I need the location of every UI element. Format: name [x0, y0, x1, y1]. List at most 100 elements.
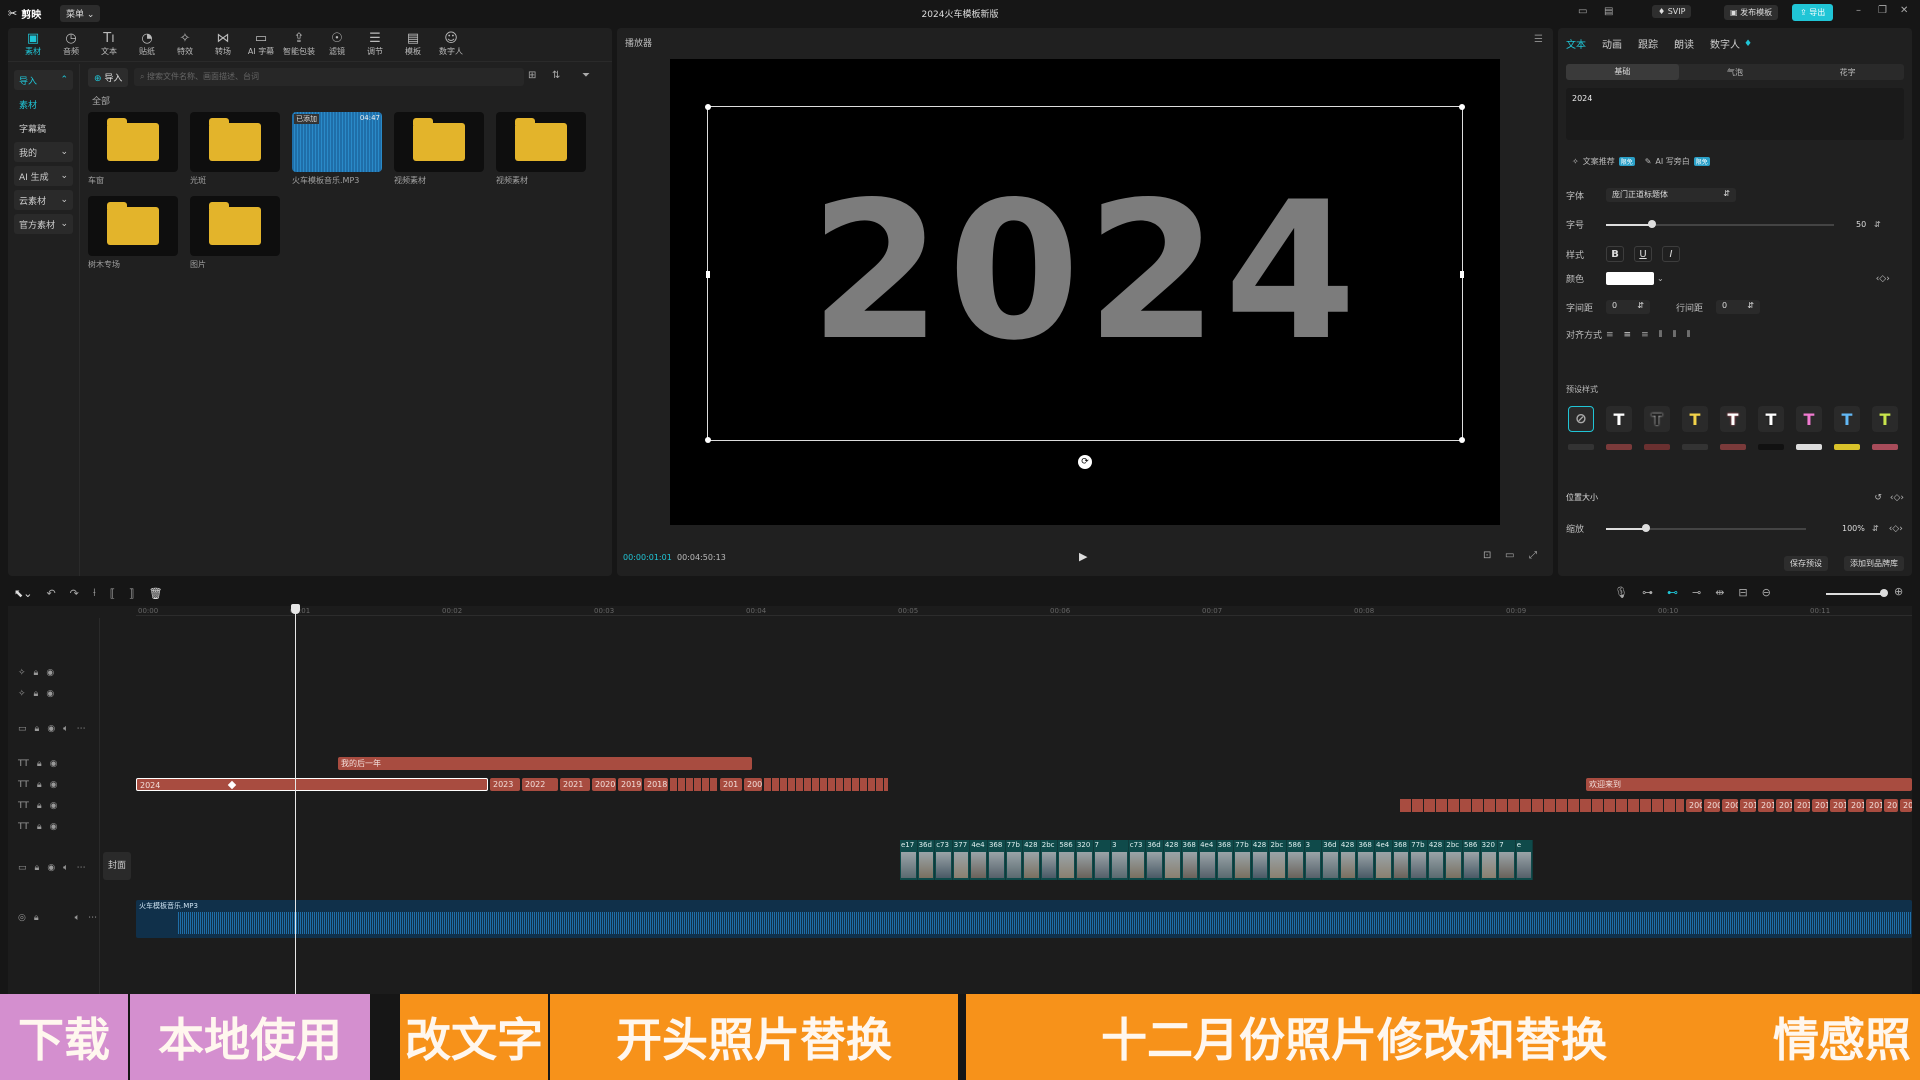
video-thumb[interactable]: 368	[1392, 840, 1411, 880]
video-thumb[interactable]: 4e4	[1375, 840, 1393, 880]
keyframe-icon[interactable]: ‹◇›	[1876, 274, 1890, 284]
lock-icon[interactable]: 🔒︎	[35, 724, 40, 734]
text-clip[interactable]: 2022	[522, 778, 558, 791]
preset-style[interactable]: T	[1872, 406, 1898, 432]
video-thumb[interactable]: 586	[1463, 840, 1481, 880]
bold-button[interactable]: B	[1606, 246, 1624, 262]
lock-icon[interactable]: 🔒︎	[37, 759, 42, 769]
split-left-icon[interactable]: ⟦	[110, 587, 115, 600]
video-thumb[interactable]: 428	[1023, 840, 1041, 880]
media-item[interactable]: 图片	[190, 196, 280, 270]
preset-style[interactable]: T	[1834, 406, 1860, 432]
text-clip-group[interactable]	[670, 778, 718, 791]
video-thumb[interactable]: 586	[1287, 840, 1305, 880]
ai-copy-button[interactable]: 文案推荐	[1583, 156, 1615, 167]
preset-none[interactable]: ⊘	[1568, 406, 1594, 432]
position-label[interactable]: 位置大小	[1566, 492, 1598, 503]
video-thumb[interactable]: 428	[1427, 840, 1446, 880]
eye-icon[interactable]: ◉	[47, 863, 55, 873]
lock-icon[interactable]: 🔒︎	[37, 780, 42, 790]
video-thumb[interactable]: 368	[1216, 840, 1235, 880]
preset-style[interactable]	[1796, 444, 1822, 450]
text-clip[interactable]: 201	[1812, 799, 1828, 812]
video-thumb[interactable]: 3	[1111, 840, 1129, 880]
chevron-down-icon[interactable]: ⌄	[1657, 274, 1664, 283]
zoom-out-icon[interactable]: ⊖	[1762, 586, 1771, 599]
eye-icon[interactable]: ◉	[46, 668, 54, 678]
video-thumb[interactable]: 3	[1304, 840, 1323, 880]
delete-icon[interactable]: 🗑	[149, 587, 163, 600]
eye-icon[interactable]: ◉	[50, 759, 58, 769]
select-tool-icon[interactable]: ⬉⌄	[14, 587, 32, 600]
more-icon[interactable]: ⋯	[77, 724, 86, 734]
fullscreen-icon[interactable]: ⤢	[1529, 550, 1537, 561]
color-swatch[interactable]	[1606, 272, 1654, 285]
play-icon[interactable]: ▶	[1079, 550, 1087, 563]
split-right-icon[interactable]: ⟧	[129, 587, 134, 600]
lock-icon[interactable]: 🔒︎	[34, 913, 39, 923]
screenshot-icon[interactable]: ⊡	[1483, 550, 1491, 561]
preset-style[interactable]	[1758, 444, 1784, 450]
mute-icon[interactable]: 🔈︎	[63, 724, 68, 734]
maximize-icon[interactable]: ❐	[1878, 5, 1887, 16]
align-right-icon[interactable]: ≡	[1641, 330, 1649, 340]
subtab-bubble[interactable]: 气泡	[1679, 67, 1792, 78]
sort-icon[interactable]: ⇅	[552, 70, 560, 81]
import-button[interactable]: ⊕ 导入	[88, 68, 129, 87]
preset-style[interactable]: T	[1720, 406, 1746, 432]
sidebar-item-ai-generate[interactable]: AI 生成 ⌄	[14, 166, 73, 186]
video-thumb[interactable]: 4e4	[1199, 840, 1217, 880]
audio-clip[interactable]: 火车模板音乐.MP3	[136, 900, 1912, 938]
video-thumb[interactable]: 7	[1093, 840, 1112, 880]
media-item[interactable]: 光斑	[190, 112, 280, 186]
video-thumb[interactable]: 77b	[1005, 840, 1024, 880]
video-thumb[interactable]: 320	[1480, 840, 1499, 880]
preset-style[interactable]	[1834, 444, 1860, 450]
tab-animation[interactable]: 动画	[1602, 36, 1622, 51]
grid-view-icon[interactable]: ⊞	[528, 70, 536, 81]
lock-icon[interactable]: 🔒︎	[37, 822, 42, 832]
playhead-handle[interactable]	[291, 604, 300, 614]
preset-style[interactable]	[1644, 444, 1670, 450]
text-clip-selected[interactable]: 2024	[136, 778, 488, 791]
lock-icon[interactable]: 🔒︎	[35, 863, 40, 873]
spacing-input[interactable]: 0 ⇵	[1606, 300, 1650, 314]
preset-style[interactable]: T	[1758, 406, 1784, 432]
subtab-basic[interactable]: 基础	[1566, 64, 1679, 80]
text-clip[interactable]: 201	[1866, 799, 1882, 812]
text-clip[interactable]: 201	[1740, 799, 1756, 812]
split-icon[interactable]: ⟊	[93, 586, 96, 600]
video-thumb[interactable]: 368	[987, 840, 1006, 880]
video-thumb[interactable]: 586	[1058, 840, 1076, 880]
preset-style[interactable]	[1720, 444, 1746, 450]
sidebar-item-cloud[interactable]: 云素材 ⌄	[14, 190, 73, 210]
preset-style[interactable]	[1606, 444, 1632, 450]
text-selection-box[interactable]: 2024	[705, 104, 1465, 443]
video-thumb[interactable]: 2bc	[1269, 840, 1288, 880]
size-slider-knob[interactable]	[1647, 219, 1656, 228]
video-thumb[interactable]: c73	[1128, 840, 1147, 880]
tool-template[interactable]: ▤ 模板	[394, 30, 432, 60]
zoom-slider[interactable]	[1826, 589, 1888, 597]
player-menu-icon[interactable]: ☰	[1534, 34, 1543, 45]
video-thumb[interactable]: 36d	[1322, 840, 1340, 880]
resize-handle[interactable]	[1459, 104, 1465, 110]
scale-slider[interactable]	[1606, 523, 1806, 532]
stepper-icon[interactable]: ⇵	[1874, 220, 1881, 229]
text-clip[interactable]: 2023	[490, 778, 520, 791]
align-vtop-icon[interactable]: ⦀	[1659, 330, 1663, 340]
eye-icon[interactable]: ◉	[47, 724, 55, 734]
sidebar-item-subtitle-draft[interactable]: 字幕稿	[14, 118, 73, 138]
resize-handle[interactable]	[1459, 437, 1465, 443]
preset-style[interactable]: T	[1682, 406, 1708, 432]
preset-style[interactable]: T	[1644, 406, 1670, 432]
align-vcenter-icon[interactable]: ⦀	[1673, 330, 1677, 340]
tool-digital-human[interactable]: ☺ 数字人	[432, 30, 470, 60]
close-icon[interactable]: ✕	[1900, 5, 1908, 16]
tool-filter[interactable]: ☉ 滤镜	[318, 30, 356, 60]
text-clip[interactable]: 2018	[644, 778, 668, 791]
text-clip[interactable]: 201	[1900, 799, 1912, 812]
more-icon[interactable]: ⋯	[77, 863, 86, 873]
media-item-audio[interactable]: 已添加 04:47 火车模板音乐.MP3	[292, 112, 382, 186]
tool-media[interactable]: ▣ 素材	[14, 30, 52, 60]
